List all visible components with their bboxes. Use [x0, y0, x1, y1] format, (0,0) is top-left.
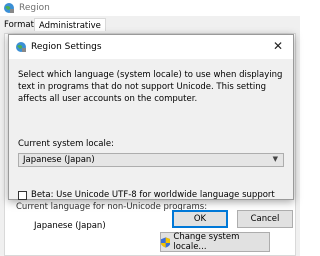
chevron-down-icon: ▼ [272, 155, 278, 163]
shield-icon [161, 236, 171, 248]
dialog-description: Select which language (system locale) to… [18, 70, 283, 104]
dialog-title: Region Settings [31, 42, 102, 52]
utf8-beta-label[interactable]: Beta: Use Unicode UTF-8 for worldwide la… [31, 190, 275, 200]
utf8-beta-checkbox[interactable] [18, 191, 27, 200]
system-locale-dropdown[interactable]: Japanese (Japan) ▼ [18, 153, 284, 167]
current-locale-value: Japanese (Japan) [34, 221, 106, 231]
region-tabs: Formats Administrative [0, 16, 300, 33]
system-locale-label: Current system locale: [18, 139, 114, 149]
region-titlebar: Region [0, 0, 300, 16]
ok-button[interactable]: OK [172, 210, 228, 228]
tab-administrative[interactable]: Administrative [34, 18, 106, 31]
close-icon[interactable]: ✕ [273, 39, 283, 53]
change-system-locale-label: Change system locale... [173, 232, 240, 252]
region-title: Region [19, 3, 50, 13]
globe-icon [4, 3, 14, 13]
dialog-titlebar: Region Settings ✕ [9, 35, 293, 59]
globe-icon [16, 42, 26, 52]
dialog-body: Select which language (system locale) to… [9, 59, 293, 200]
cancel-button[interactable]: Cancel [237, 210, 293, 228]
region-settings-dialog: Region Settings ✕ Select which language … [8, 34, 294, 228]
change-system-locale-button[interactable]: Change system locale... [160, 232, 270, 252]
system-locale-value: Japanese (Japan) [23, 155, 95, 165]
